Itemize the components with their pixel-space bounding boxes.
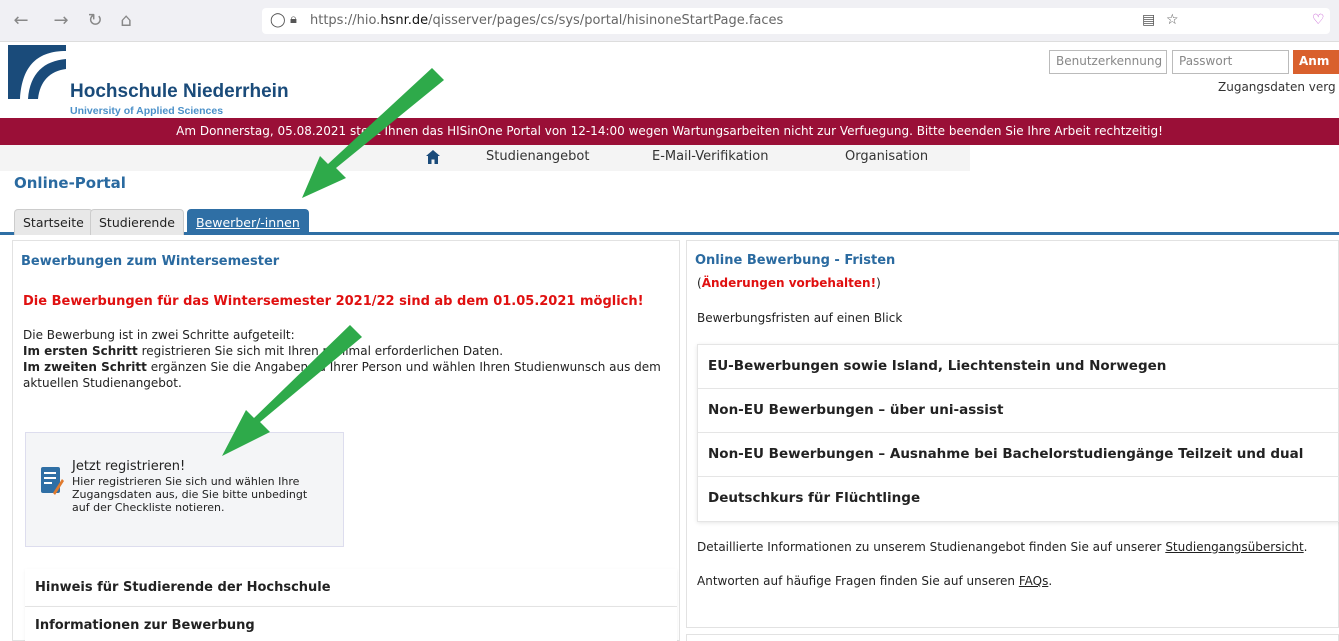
accordion-informationen[interactable]: Informationen zur Bewerbung [25, 607, 677, 641]
tab-bewerber[interactable]: Bewerber/-innen [187, 209, 309, 235]
address-bar[interactable]: ◯ 🔒︎ https://hio.hsnr.de/qisserver/pages… [262, 8, 1330, 34]
panel-title: Online Bewerbung - Fristen [695, 253, 896, 268]
nav-studienangebot[interactable]: Studienangebot [486, 149, 589, 164]
bookmark-star-icon[interactable]: ☆ [1166, 12, 1179, 28]
login-button[interactable]: Anm [1293, 50, 1339, 74]
hsnr-logo-icon[interactable] [8, 45, 66, 99]
next-panel-edge [686, 634, 1339, 641]
page-title: Online-Portal [14, 174, 126, 192]
application-description: Die Bewerbung ist in zwei Schritte aufge… [23, 327, 673, 391]
home-icon[interactable]: ⌂ [115, 10, 137, 31]
password-input[interactable]: Passwort [1172, 50, 1289, 74]
deadlines-lead: Bewerbungsfristen auf einen Blick [697, 311, 903, 325]
info-studienangebot: Detaillierte Informationen zu unserem St… [697, 540, 1308, 554]
logo-name: Hochschule Niederrhein [70, 81, 289, 102]
info-faqs: Antworten auf häufige Fragen finden Sie … [697, 574, 1053, 588]
nav-email-verifikation[interactable]: E-Mail-Verifikation [652, 149, 768, 164]
url-text[interactable]: https://hio.hsnr.de/qisserver/pages/cs/s… [310, 13, 783, 28]
reload-icon[interactable]: ↻ [84, 10, 106, 31]
accordion-hinweis[interactable]: Hinweis für Studierende der Hochschule [25, 569, 677, 607]
desc-step2: Im zweiten Schritt ergänzen Sie die Anga… [23, 360, 661, 390]
logo-subtitle: University of Applied Sciences [70, 105, 224, 117]
browser-toolbar: ← → ↻ ⌂ ◯ 🔒︎ https://hio.hsnr.de/qisserv… [0, 0, 1339, 42]
forward-icon[interactable]: → [50, 10, 72, 31]
portal-tabs: Startseite Studierende Bewerber/-innen [0, 205, 1339, 235]
shield-icon[interactable]: ◯ [270, 12, 286, 28]
tab-startseite[interactable]: Startseite [14, 209, 93, 235]
register-card[interactable]: Jetzt registrieren! Hier registrieren Si… [25, 432, 344, 547]
back-icon[interactable]: ← [10, 10, 32, 31]
accordion-non-eu-exception[interactable]: Non-EU Bewerbungen – Ausnahme bei Bachel… [698, 433, 1339, 477]
forgot-credentials-link[interactable]: Zugangsdaten verg [1218, 80, 1336, 94]
deadlines-accordion: EU-Bewerbungen sowie Island, Liechtenste… [697, 344, 1339, 522]
faqs-link[interactable]: FAQs [1019, 574, 1049, 588]
desc-step1: Im ersten Schritt registrieren Sie sich … [23, 344, 504, 358]
panel-title: Bewerbungen zum Wintersemester [21, 254, 280, 269]
deadline-alert: Die Bewerbungen für das Wintersemester 2… [23, 294, 644, 309]
deadlines-panel: Online Bewerbung - Fristen (Änderungen v… [686, 240, 1339, 628]
register-form-icon [41, 467, 64, 495]
maintenance-banner: Am Donnerstag, 05.08.2021 steht Ihnen da… [0, 118, 1339, 145]
site-header: Hochschule Niederrhein University of App… [0, 43, 1339, 118]
register-title[interactable]: Jetzt registrieren! [72, 459, 185, 474]
pocket-icon[interactable]: ♡ [1312, 12, 1325, 28]
nav-organisation[interactable]: Organisation [845, 149, 928, 164]
reader-view-icon[interactable]: ▤ [1142, 12, 1155, 28]
changes-reserved-note: (Änderungen vorbehalten!) [697, 276, 881, 290]
register-description: Hier registrieren Sie sich und wählen Ih… [72, 475, 308, 514]
applications-panel: Bewerbungen zum Wintersemester Die Bewer… [12, 240, 680, 641]
tab-studierende[interactable]: Studierende [90, 209, 184, 235]
main-navigation: Studienangebot E-Mail-Verifikation Organ… [0, 145, 970, 171]
studiengang-link[interactable]: Studiengangsübersicht [1165, 540, 1303, 554]
accordion-eu[interactable]: EU-Bewerbungen sowie Island, Liechtenste… [698, 345, 1339, 389]
lock-icon[interactable]: 🔒︎ [290, 12, 297, 27]
desc-intro: Die Bewerbung ist in zwei Schritte aufge… [23, 328, 295, 342]
accordion-deutschkurs[interactable]: Deutschkurs für Flüchtlinge [698, 477, 1339, 521]
info-accordion: Hinweis für Studierende der Hochschule I… [25, 569, 677, 641]
accordion-non-eu-uniassist[interactable]: Non-EU Bewerbungen – über uni-assist [698, 389, 1339, 433]
username-input[interactable]: Benutzerkennung [1049, 50, 1167, 74]
home-icon[interactable] [425, 149, 441, 165]
